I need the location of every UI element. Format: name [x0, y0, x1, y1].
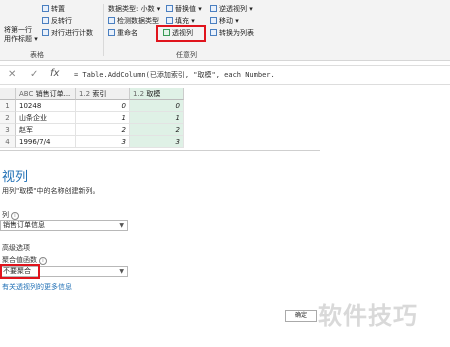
table-cell[interactable]: 2 — [76, 124, 130, 136]
aggregate-function-text: 聚合值函数 — [2, 256, 37, 264]
fill-label: 填充 ▾ — [175, 17, 195, 25]
pivot-column-dialog — [0, 150, 320, 347]
replace-label: 替换值 ▾ — [175, 5, 202, 13]
fill-icon — [166, 17, 173, 24]
reverse-rows-icon — [42, 17, 49, 24]
watermark-text: 软件技巧 — [318, 302, 418, 330]
unpivot-label: 逆透视列 ▾ — [219, 5, 253, 13]
help-link[interactable]: 有关透视列的更多信息 — [2, 282, 72, 292]
move-label: 移动 ▾ — [219, 17, 239, 25]
count-rows-label: 对行进行计数 — [51, 29, 93, 37]
detect-type-label: 检测数据类型 — [117, 17, 159, 25]
info-icon: i — [39, 257, 47, 265]
rename-icon — [108, 29, 115, 36]
table-cell[interactable]: 1 — [76, 112, 130, 124]
table-row: 2 山条企业 1 1 — [0, 112, 190, 124]
table-cell[interactable]: 0 — [76, 100, 130, 112]
table-row: 4 1996/7/4 3 3 — [0, 136, 190, 148]
ribbon-separator — [103, 4, 104, 56]
use-first-row-headers-button[interactable]: 将第一行 用作标题 ▾ — [4, 26, 38, 44]
reverse-rows-button[interactable]: 反转行 — [42, 17, 72, 26]
count-rows-button[interactable]: 对行进行计数 — [42, 29, 93, 38]
convert-to-list-button[interactable]: 转换为列表 — [210, 29, 254, 38]
values-column-value: 销售订单信息 — [3, 221, 45, 229]
values-column-label: 列i — [2, 210, 19, 220]
column-header-selected[interactable]: 1.2 取模 — [130, 88, 184, 100]
data-type-label: 数据类型: 小数 ▾ — [108, 5, 161, 13]
rename-button[interactable]: 重命名 — [108, 29, 138, 38]
pivot-highlight-box — [156, 25, 206, 42]
type-icon-text: ABC — [19, 90, 34, 98]
dialog-title: 视列 — [2, 170, 29, 185]
fx-icon: fx — [50, 68, 60, 79]
rename-label: 重命名 — [117, 29, 138, 37]
formula-input[interactable]: = Table.AddColumn(已添加索引, "取模", each Numb… — [74, 70, 275, 80]
convert-list-label: 转换为列表 — [219, 29, 254, 37]
move-button[interactable]: 移动 ▾ — [210, 17, 239, 26]
chevron-down-icon: ▼ — [119, 222, 124, 229]
formula-bar: ✕ ✓ fx = Table.AddColumn(已添加索引, "取模", ea… — [0, 65, 450, 85]
table-cell[interactable]: 10248 — [16, 100, 76, 112]
row-number[interactable]: 2 — [0, 112, 16, 124]
data-type-dropdown[interactable]: 数据类型: 小数 ▾ — [108, 5, 160, 14]
unpivot-columns-button[interactable]: 逆透视列 ▾ — [210, 5, 253, 14]
row-number[interactable]: 4 — [0, 136, 16, 148]
table-cell[interactable]: 2 — [130, 124, 184, 136]
column-header-label: 销售订单... — [35, 90, 71, 98]
advanced-options-toggle[interactable]: 高级选项 — [2, 243, 30, 253]
reverse-rows-label: 反转行 — [51, 17, 72, 25]
table-row: 3 赵军 2 2 — [0, 124, 190, 136]
column-header[interactable]: ABC 销售订单... — [16, 88, 76, 100]
detect-type-button[interactable]: 检测数据类型 — [108, 17, 159, 26]
replace-icon — [166, 5, 173, 12]
info-icon: i — [11, 212, 19, 220]
ribbon: 将第一行 用作标题 ▾ 转置 反转行 对行进行计数 表格 数据类型: 小数 ▾ … — [0, 0, 450, 61]
group-label-any-column: 任意列 — [176, 51, 197, 59]
aggregate-highlight-box — [0, 264, 40, 279]
convert-list-icon — [210, 29, 217, 36]
move-icon — [210, 17, 217, 24]
dialog-description: 用列"取模"中的名称创建新列。 — [2, 187, 100, 195]
type-icon-number: 1.2 — [133, 90, 145, 98]
ok-button[interactable]: 确定 — [285, 310, 317, 322]
table-cell[interactable]: 1 — [130, 112, 184, 124]
table-cell[interactable]: 3 — [76, 136, 130, 148]
unpivot-icon — [210, 5, 217, 12]
as-headers-label: 用作标题 ▾ — [4, 35, 38, 43]
column-header[interactable]: 1.2 索引 — [76, 88, 130, 100]
table-row: 1 10248 0 0 — [0, 100, 190, 112]
table-cell[interactable]: 赵军 — [16, 124, 76, 136]
use-first-row-label: 将第一行 — [4, 26, 32, 34]
table-cell[interactable]: 1996/7/4 — [16, 136, 76, 148]
cancel-formula-icon[interactable]: ✕ — [8, 69, 16, 80]
table-cell[interactable]: 山条企业 — [16, 112, 76, 124]
detect-type-icon — [108, 17, 115, 24]
corner-cell[interactable] — [0, 88, 16, 100]
table-cell[interactable]: 0 — [130, 100, 184, 112]
replace-values-button[interactable]: 替换值 ▾ — [166, 5, 202, 14]
group-label-table: 表格 — [30, 51, 44, 59]
transpose-label: 转置 — [51, 5, 65, 13]
row-number[interactable]: 1 — [0, 100, 16, 112]
type-icon-number: 1.2 — [79, 90, 91, 98]
column-header-label: 取模 — [146, 90, 161, 98]
values-column-select[interactable]: 销售订单信息 ▼ — [0, 220, 128, 231]
row-number[interactable]: 3 — [0, 124, 16, 136]
column-header-label: 索引 — [92, 90, 107, 98]
chevron-down-icon: ▼ — [119, 268, 124, 275]
table-header-row: ABC 销售订单... 1.2 索引 1.2 取模 — [0, 88, 190, 100]
table-cell[interactable]: 3 — [130, 136, 184, 148]
count-rows-icon — [42, 29, 49, 36]
transpose-icon — [42, 5, 49, 12]
confirm-formula-icon[interactable]: ✓ — [30, 69, 38, 80]
transpose-button[interactable]: 转置 — [42, 5, 65, 14]
values-column-text: 列 — [2, 211, 9, 219]
